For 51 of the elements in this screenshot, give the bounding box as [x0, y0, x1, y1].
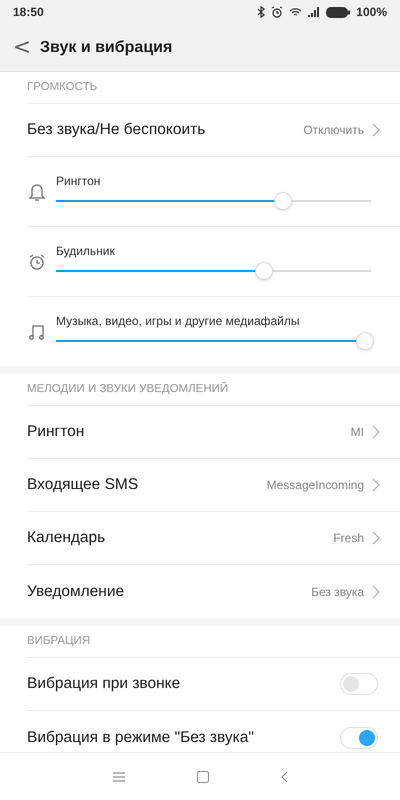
section-header: ВИБРАЦИЯ	[27, 626, 400, 658]
settings-row[interactable]: Входящее SMS MessageIncoming	[27, 459, 400, 512]
row-label: Вибрация при звонке	[27, 674, 180, 694]
alarm-icon	[28, 252, 46, 270]
volume-slider[interactable]	[56, 261, 371, 281]
row-label: Рингтон	[27, 422, 84, 442]
settings-row[interactable]: Календарь Fresh	[27, 512, 400, 565]
back-button[interactable]: <	[12, 34, 32, 62]
chevron-right-icon	[372, 584, 380, 598]
slider-thumb[interactable]	[356, 332, 374, 350]
slider-label: Музыка, видео, игры и другие медиафайлы	[56, 313, 301, 330]
chevron-right-icon	[372, 123, 380, 137]
row-value: Без звука	[311, 584, 364, 600]
signal-icon	[308, 7, 320, 17]
slider-thumb[interactable]	[274, 192, 292, 210]
bell-icon	[28, 182, 46, 202]
slider-thumb[interactable]	[254, 262, 273, 280]
bluetooth-icon	[257, 6, 266, 18]
menu-icon	[112, 772, 124, 782]
chevron-right-icon	[372, 425, 380, 439]
section-header: ГРОМКОСТЬ	[27, 72, 400, 104]
section-header: МЕЛОДИИ И ЗВУКИ УВЕДОМЛЕНИЙ	[27, 374, 400, 406]
settings-row[interactable]: Уведомление Без звука	[27, 565, 400, 618]
row-value: Fresh	[333, 530, 364, 547]
row-label: Уведомление	[27, 582, 124, 602]
toggle-switch[interactable]	[340, 726, 378, 748]
back-icon	[280, 770, 288, 782]
music-icon	[28, 322, 46, 340]
volume-slider[interactable]	[56, 331, 371, 351]
row-label: Календарь	[27, 528, 106, 548]
battery-icon	[326, 6, 350, 18]
settings-row[interactable]: Без звука/Не беспокоить Отключить	[27, 104, 400, 157]
toggle-switch[interactable]	[340, 673, 378, 695]
row-label: Без звука/Не беспокоить	[27, 120, 206, 140]
row-value: Отключить	[303, 122, 364, 139]
chevron-right-icon	[372, 478, 380, 492]
row-value: MI	[350, 424, 364, 441]
battery-level: 100%	[356, 4, 387, 21]
chevron-right-icon	[372, 531, 380, 545]
slider-label: Рингтон	[56, 173, 102, 190]
home-icon	[196, 770, 208, 782]
slider-label: Будильник	[56, 243, 116, 260]
volume-slider[interactable]	[56, 191, 371, 211]
status-time: 18:50	[13, 4, 44, 21]
screen-title: Звук и вибрация	[40, 38, 172, 58]
row-label: Входящее SMS	[27, 475, 138, 496]
alarm-icon	[271, 6, 284, 18]
row-value: MessageIncoming	[266, 477, 364, 494]
settings-row[interactable]: Рингтон MI	[27, 406, 400, 459]
wifi-icon	[289, 6, 302, 18]
row-label: Вибрация в режиме "Без звука"	[27, 728, 254, 748]
